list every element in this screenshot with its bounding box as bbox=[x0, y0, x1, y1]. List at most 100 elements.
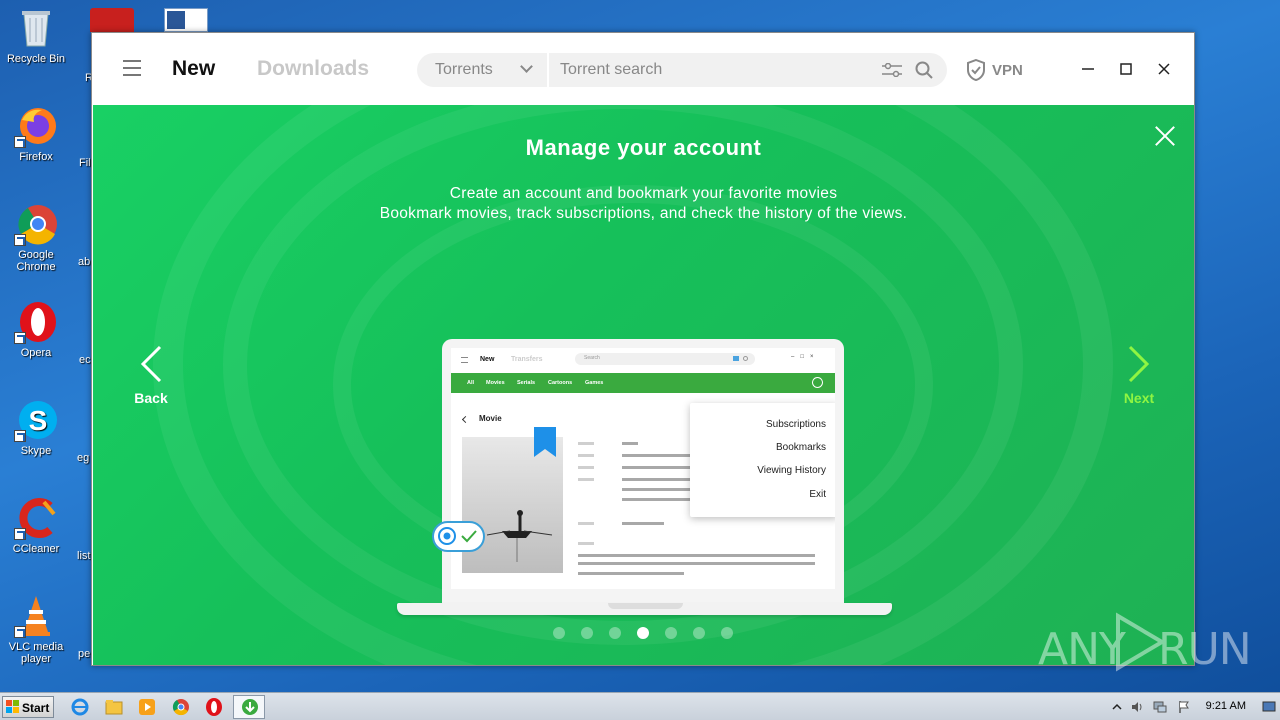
chrome-icon bbox=[14, 202, 58, 246]
desktop-icon-label: CCleaner bbox=[12, 543, 60, 555]
toggle-illustration bbox=[432, 521, 485, 552]
mini-back-arrow-icon bbox=[461, 415, 470, 424]
internet-explorer-icon[interactable] bbox=[70, 697, 90, 717]
start-button[interactable]: Start bbox=[2, 696, 54, 718]
menu-icon[interactable] bbox=[123, 60, 141, 76]
onboarding-panel: Manage your account Create an account an… bbox=[93, 105, 1194, 665]
clock[interactable]: 9:21 AM bbox=[1206, 700, 1246, 712]
back-button[interactable]: Back bbox=[121, 345, 181, 406]
shortcut-arrow-icon bbox=[14, 430, 26, 442]
tray-expand-icon[interactable] bbox=[1110, 700, 1124, 714]
close-button[interactable] bbox=[1154, 59, 1174, 79]
shortcut-arrow-icon bbox=[14, 136, 26, 148]
show-desktop-icon[interactable] bbox=[1262, 700, 1276, 714]
watermark-right: RUN bbox=[1158, 624, 1252, 675]
chrome-taskbar-icon[interactable] bbox=[171, 697, 191, 717]
info-bar bbox=[578, 478, 594, 481]
info-bar bbox=[578, 522, 594, 525]
desktop-icon-firefox[interactable]: Firefox bbox=[0, 104, 72, 163]
mini-filter-icon bbox=[733, 356, 739, 361]
menu-item-bookmarks: Bookmarks bbox=[775, 442, 826, 453]
laptop-notch bbox=[608, 603, 683, 609]
slide-dot[interactable] bbox=[693, 627, 705, 639]
slide-dot[interactable] bbox=[637, 627, 649, 639]
mini-user-icon bbox=[812, 377, 823, 388]
info-bar bbox=[578, 442, 594, 445]
mini-category: Games bbox=[585, 380, 604, 386]
anyrun-watermark: ANY RUN bbox=[1038, 612, 1252, 675]
slide-dot[interactable] bbox=[609, 627, 621, 639]
desktop-icon-skype[interactable]: S Skype bbox=[0, 398, 72, 457]
action-center-flag-icon[interactable] bbox=[1177, 700, 1191, 714]
desktop-icon-label: Opera bbox=[20, 347, 52, 359]
start-label: Start bbox=[22, 701, 50, 715]
recycle-bin-icon bbox=[14, 6, 58, 50]
chevron-left-icon bbox=[140, 345, 162, 383]
desktop-icon-label: Skype bbox=[20, 445, 52, 457]
account-menu-popup: Subscriptions Bookmarks Viewing History … bbox=[690, 403, 835, 517]
desktop-icon-chrome[interactable]: Google Chrome bbox=[0, 202, 72, 273]
desktop-icon-acrobat[interactable] bbox=[90, 8, 134, 32]
skype-icon: S bbox=[14, 398, 58, 442]
firefox-icon bbox=[14, 104, 58, 148]
filter-settings-icon[interactable] bbox=[882, 63, 902, 77]
next-label: Next bbox=[1123, 390, 1155, 406]
menu-item-viewing-history: Viewing History bbox=[757, 465, 826, 476]
slide-dot[interactable] bbox=[581, 627, 593, 639]
mini-tab-transfers: Transfers bbox=[511, 356, 543, 363]
desktop-icon-opera[interactable]: Opera bbox=[0, 300, 72, 359]
mini-category: Serials bbox=[517, 380, 536, 386]
desktop-icon-ccleaner[interactable]: CCleaner bbox=[0, 496, 72, 555]
opera-taskbar-icon[interactable] bbox=[204, 697, 224, 717]
menu-item-exit: Exit bbox=[809, 489, 826, 500]
next-button[interactable]: Next bbox=[1109, 345, 1169, 406]
opera-icon bbox=[14, 300, 58, 344]
volume-icon[interactable] bbox=[1130, 700, 1144, 714]
search-category-select[interactable]: Torrents bbox=[435, 61, 493, 79]
info-bar bbox=[578, 562, 815, 565]
search-icon[interactable] bbox=[915, 61, 933, 79]
boat-silhouette-image bbox=[486, 510, 553, 562]
taskbar: Start 9:21 AM bbox=[0, 692, 1280, 720]
partial-label: pe bbox=[78, 648, 91, 660]
tab-downloads[interactable]: Downloads bbox=[257, 57, 369, 81]
slide-dot[interactable] bbox=[721, 627, 733, 639]
onboarding-title: Manage your account bbox=[525, 135, 762, 160]
search-input[interactable] bbox=[560, 59, 870, 81]
partial-label: Fil bbox=[79, 157, 91, 169]
slide-dot[interactable] bbox=[665, 627, 677, 639]
ccleaner-icon bbox=[14, 496, 58, 540]
mini-search-bar: Search bbox=[575, 353, 755, 365]
partial-label: list bbox=[77, 550, 91, 562]
media-player-icon[interactable] bbox=[137, 697, 157, 717]
desktop-icon-label: VLC media player bbox=[8, 641, 64, 665]
network-icon[interactable] bbox=[1153, 700, 1167, 714]
word-icon bbox=[167, 11, 185, 29]
maximize-button[interactable] bbox=[1116, 59, 1136, 79]
desktop-icon-label: Firefox bbox=[19, 151, 53, 163]
menu-item-subscriptions: Subscriptions bbox=[765, 419, 826, 430]
partial-label: ec bbox=[79, 354, 91, 366]
info-bar bbox=[622, 442, 638, 445]
info-bar bbox=[578, 572, 684, 575]
desktop-icon-vlc[interactable]: VLC media player bbox=[0, 594, 72, 665]
shortcut-arrow-icon bbox=[14, 626, 26, 638]
info-bar bbox=[622, 498, 692, 501]
back-label: Back bbox=[134, 390, 168, 406]
desktop-icon-word-doc[interactable] bbox=[164, 8, 208, 32]
tab-new[interactable]: New bbox=[172, 57, 215, 81]
torrent-app-taskbar-button[interactable] bbox=[233, 695, 265, 719]
minimize-button[interactable] bbox=[1078, 59, 1098, 79]
slide-dot[interactable] bbox=[553, 627, 565, 639]
info-bar bbox=[578, 454, 594, 457]
shortcut-arrow-icon bbox=[14, 332, 26, 344]
mini-window-controls: –□× bbox=[791, 354, 820, 360]
chevron-down-icon[interactable] bbox=[520, 60, 533, 73]
desktop-icon-recycle-bin[interactable]: Recycle Bin bbox=[0, 6, 72, 65]
mini-search-placeholder: Search bbox=[584, 355, 600, 361]
info-bar bbox=[622, 522, 664, 525]
info-bar bbox=[578, 554, 815, 557]
mini-tab-new: New bbox=[480, 356, 495, 363]
file-explorer-icon[interactable] bbox=[104, 697, 124, 717]
chevron-right-icon bbox=[1128, 345, 1150, 383]
